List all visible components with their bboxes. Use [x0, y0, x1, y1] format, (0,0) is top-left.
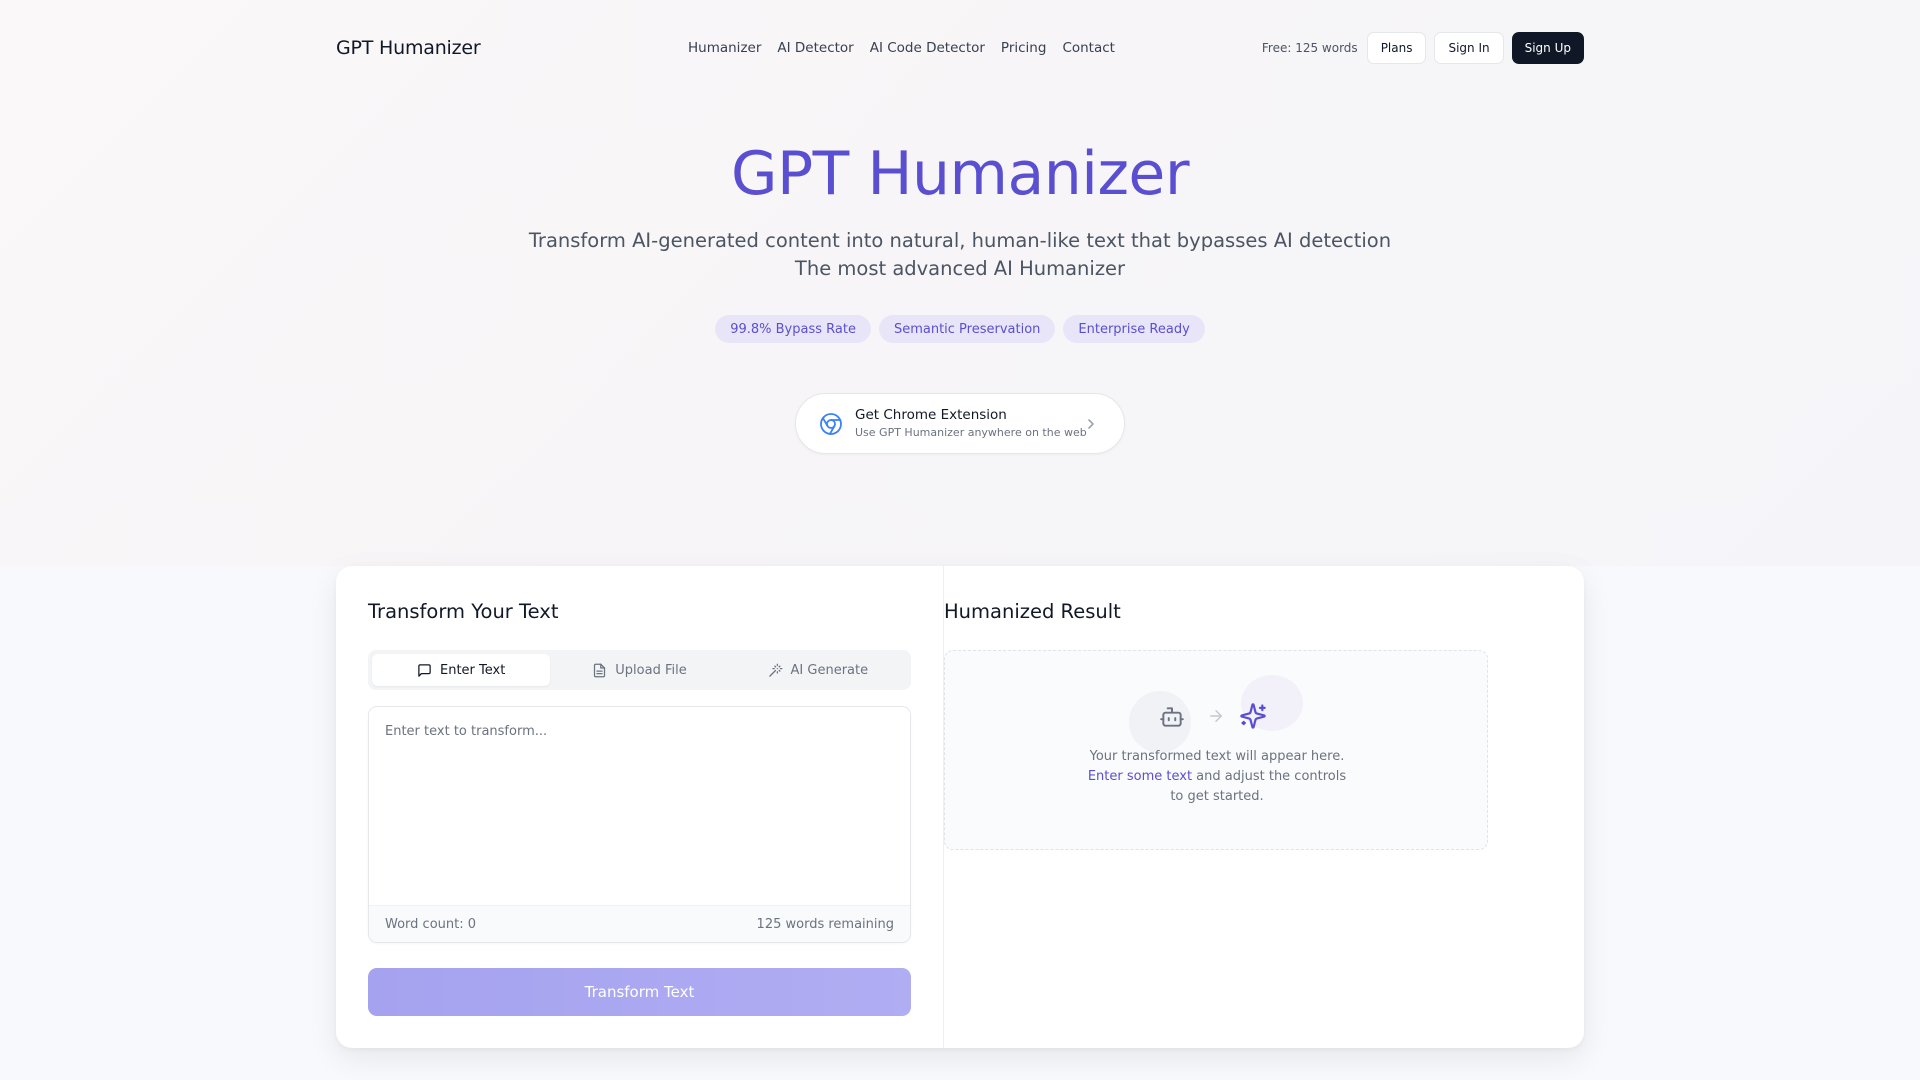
badge-bypass-rate: 99.8% Bypass Rate	[715, 315, 871, 343]
chrome-extension-title: Get Chrome Extension	[855, 407, 1007, 423]
result-placeholder-box: Your transformed text will appear here. …	[944, 650, 1488, 850]
chrome-icon	[819, 412, 843, 436]
sign-in-button[interactable]: Sign In	[1434, 32, 1504, 64]
free-words-counter: Free: 125 words	[1261, 41, 1358, 55]
result-empty-line-1: Your transformed text will appear here.	[1089, 749, 1345, 764]
hero-subtitle-line-1: Transform AI-generated content into natu…	[528, 229, 1392, 252]
tab-upload-file[interactable]: Upload File	[550, 654, 728, 686]
hero-title: GPT Humanizer	[730, 139, 1190, 209]
result-title: Humanized Result	[944, 600, 1121, 623]
bot-icon	[1160, 707, 1184, 727]
result-empty-line-2: Enter some text and adjust the controls	[945, 767, 1489, 787]
badge-semantic-preservation: Semantic Preservation	[878, 315, 1056, 343]
site-header: GPT Humanizer Humanizer AI Detector AI C…	[336, 30, 1584, 66]
editor-footer: Word count: 0 125 words remaining	[369, 905, 910, 942]
header-actions: Free: 125 words Plans Sign In Sign Up	[1262, 30, 1584, 66]
result-empty-line-3: to get started.	[1170, 789, 1264, 804]
badge-enterprise-ready: Enterprise Ready	[1063, 315, 1205, 343]
nav-ai-detector[interactable]: AI Detector	[777, 40, 853, 56]
result-panel: Humanized Result Your transformed text w…	[944, 566, 1584, 1048]
enter-text-link[interactable]: Enter some text	[1088, 769, 1192, 784]
logo[interactable]: GPT Humanizer	[336, 37, 481, 59]
file-text-icon	[594, 663, 606, 677]
chrome-extension-description: Use GPT Humanizer anywhere on the web	[855, 426, 1087, 439]
text-input[interactable]	[369, 707, 910, 907]
nav-contact[interactable]: Contact	[1062, 40, 1115, 56]
transform-panel: Transform Your Text Enter Text Upload Fi…	[336, 566, 943, 1048]
transform-text-button[interactable]: Transform Text	[368, 968, 911, 1016]
hero-subtitle: Transform AI-generated content into natu…	[0, 227, 1920, 283]
text-editor: Word count: 0 125 words remaining	[368, 706, 911, 943]
main-nav: Humanizer AI Detector AI Code Detector P…	[688, 30, 1115, 66]
chevron-right-icon	[1084, 416, 1098, 432]
nav-ai-code-detector[interactable]: AI Code Detector	[870, 40, 985, 56]
word-count: Word count: 0	[385, 916, 477, 932]
transform-title: Transform Your Text	[368, 600, 559, 623]
arrow-right-icon	[1210, 710, 1222, 722]
tab-ai-generate[interactable]: AI Generate	[729, 654, 907, 686]
result-empty-message: Your transformed text will appear here. …	[945, 747, 1489, 807]
wand-icon	[768, 663, 782, 677]
humanizer-card: Transform Your Text Enter Text Upload Fi…	[336, 566, 1584, 1048]
nav-pricing[interactable]: Pricing	[1001, 40, 1047, 56]
tab-upload-file-label: Upload File	[615, 662, 687, 678]
sign-up-button[interactable]: Sign Up	[1511, 32, 1584, 64]
result-illustration	[945, 673, 1489, 753]
input-mode-tabs: Enter Text Upload File AI Generate	[368, 650, 911, 690]
tab-enter-text[interactable]: Enter Text	[372, 654, 551, 686]
feature-badges: 99.8% Bypass Rate Semantic Preservation …	[0, 315, 1920, 343]
nav-humanizer[interactable]: Humanizer	[688, 40, 761, 56]
chrome-extension-card[interactable]: Get Chrome Extension Use GPT Humanizer a…	[795, 393, 1125, 454]
hero-background	[0, 0, 1920, 566]
result-empty-line-2-rest: and adjust the controls	[1192, 769, 1347, 784]
chrome-extension-text: Get Chrome Extension Use GPT Humanizer a…	[855, 406, 1087, 441]
message-square-icon	[418, 663, 431, 677]
words-remaining: 125 words remaining	[756, 916, 894, 932]
hero-subtitle-line-2: The most advanced AI Humanizer	[794, 257, 1126, 280]
tab-ai-generate-label: AI Generate	[790, 662, 869, 678]
plans-button[interactable]: Plans	[1366, 32, 1427, 64]
tab-enter-text-label: Enter Text	[440, 662, 506, 678]
sparkles-icon	[1240, 703, 1266, 729]
